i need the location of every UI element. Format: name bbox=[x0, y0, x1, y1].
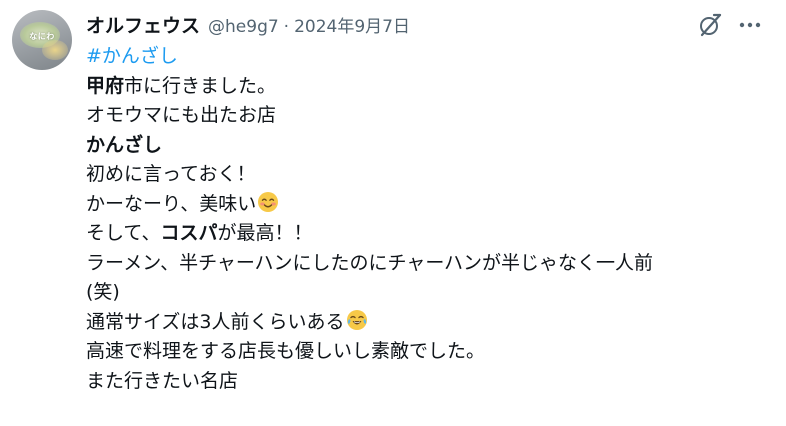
post-text-span: かーなーり、美味い bbox=[86, 192, 257, 215]
avatar-text: なにわ bbox=[29, 32, 55, 41]
header-separator: · bbox=[283, 17, 290, 37]
post-date[interactable]: 2024年9月7日 bbox=[294, 12, 410, 37]
bold-text: 甲府 bbox=[86, 74, 125, 97]
tweet-header: オルフェウス @he9g7 · 2024年9月7日 bbox=[86, 11, 410, 37]
tears-of-joy-emoji bbox=[346, 309, 368, 331]
post-line-bold: かんざし bbox=[86, 133, 163, 156]
post-line: 初めに言っておく！ bbox=[86, 163, 256, 185]
post-line: かーなーり、美味い bbox=[86, 190, 776, 220]
avatar-accent bbox=[42, 40, 68, 60]
author-name[interactable]: オルフェウス bbox=[86, 11, 200, 38]
tweet: なにわ オルフェウス @he9g7 · 2024年9月7日 #かんざし 甲府市に… bbox=[0, 0, 786, 426]
post-line: ラーメン、半チャーハンにしたのにチャーハンが半じゃなく一人前 bbox=[86, 251, 653, 274]
post-line: 甲府市に行きました。 bbox=[86, 72, 776, 102]
post-line: 高速で料理をする店長も優しいし素敵でした。 bbox=[86, 340, 486, 362]
post-text: #かんざし 甲府市に行きました。 オモウマにも出たお店 かんざし 初めに言ってお… bbox=[86, 42, 776, 396]
grok-icon[interactable] bbox=[697, 12, 723, 38]
post-text-span: 市に行きました。 bbox=[124, 74, 277, 97]
post-text-span: そして、 bbox=[86, 222, 161, 244]
post-text-span: が最高！！ bbox=[217, 222, 313, 244]
hashtag-link[interactable]: #かんざし bbox=[86, 45, 178, 67]
post-line: 通常サイズは3人前くらいある bbox=[86, 308, 776, 338]
post-line: (笑) bbox=[86, 281, 120, 303]
bold-text: コスパ bbox=[160, 222, 218, 244]
post-line: オモウマにも出たお店 bbox=[86, 104, 277, 126]
more-icon[interactable] bbox=[735, 12, 765, 38]
post-line: また行きたい名店 bbox=[86, 369, 239, 392]
smiling-face-emoji bbox=[257, 191, 279, 213]
avatar[interactable]: なにわ bbox=[12, 10, 72, 70]
author-handle[interactable]: @he9g7 bbox=[208, 17, 279, 37]
post-text-span: 通常サイズは3人前くらいある bbox=[86, 310, 345, 333]
post-line: そして、コスパが最高！！ bbox=[86, 219, 776, 249]
